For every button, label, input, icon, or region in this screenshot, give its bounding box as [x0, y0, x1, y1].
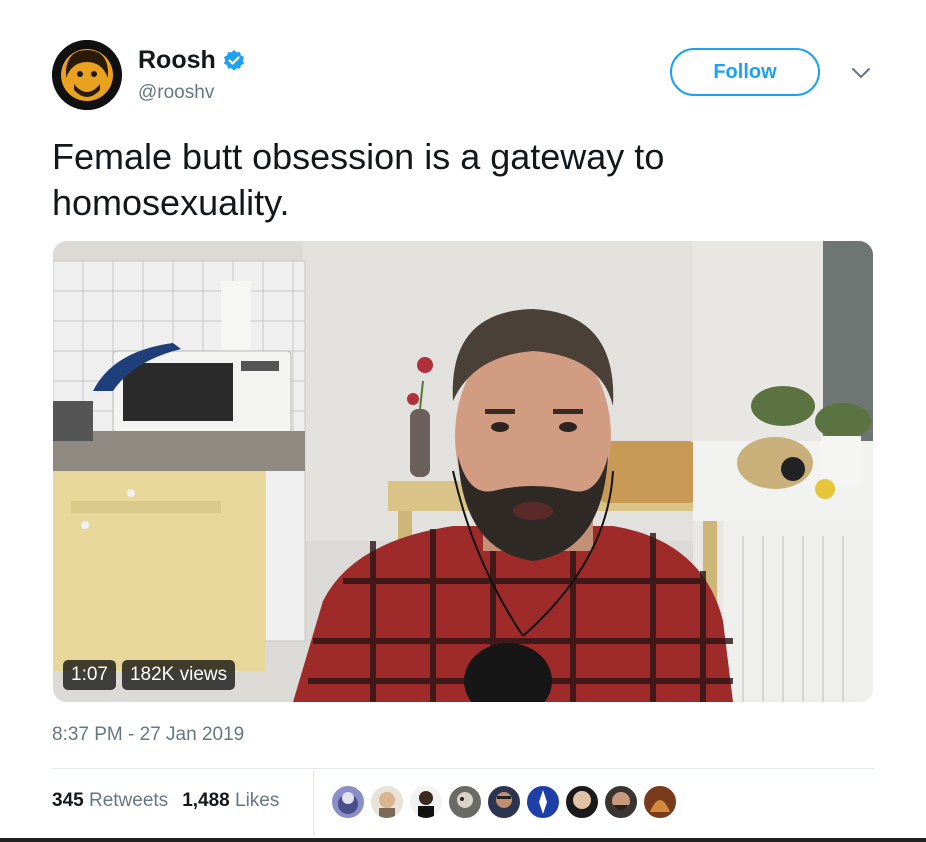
liker-avatar[interactable]	[447, 784, 483, 820]
liker-avatar[interactable]	[642, 784, 678, 820]
retweets-label: Retweets	[88, 790, 169, 811]
tweet-text: Female butt obsession is a gateway to ho…	[52, 136, 665, 223]
tweet-timestamp[interactable]: 8:37 PM - 27 Jan 2019	[52, 724, 244, 746]
video-views: 182K views	[121, 660, 236, 690]
verified-badge-icon	[222, 49, 246, 73]
stats-divider	[52, 768, 874, 769]
video-thumbnail	[53, 241, 873, 702]
chevron-down-icon[interactable]	[850, 66, 872, 80]
likes-count: 1,488	[182, 790, 230, 811]
liker-avatar[interactable]	[525, 784, 561, 820]
follow-button[interactable]: Follow	[670, 48, 820, 96]
liker-avatars	[330, 784, 678, 820]
likes-stat[interactable]: 1,488 Likes	[182, 790, 279, 812]
retweets-stat[interactable]: 345 Retweets	[52, 790, 168, 812]
author-avatar[interactable]	[52, 40, 122, 110]
tweet-header: Roosh @rooshv Follow	[52, 40, 882, 112]
author-display-name[interactable]: Roosh	[138, 46, 216, 75]
liker-avatar[interactable]	[603, 784, 639, 820]
video-player[interactable]: 1:07 182K views	[53, 241, 873, 702]
video-badges: 1:07 182K views	[63, 660, 236, 690]
likes-label: Likes	[235, 790, 280, 811]
liker-avatar[interactable]	[408, 784, 444, 820]
engagement-stats: 345 Retweets 1,488 Likes	[52, 790, 279, 812]
author-handle[interactable]: @rooshv	[138, 82, 214, 104]
liker-avatar[interactable]	[330, 784, 366, 820]
retweets-count: 345	[52, 790, 84, 811]
video-duration: 1:07	[63, 660, 116, 690]
stats-vertical-divider	[313, 770, 314, 836]
liker-avatar[interactable]	[564, 784, 600, 820]
liker-avatar[interactable]	[486, 784, 522, 820]
bottom-border	[0, 838, 926, 842]
liker-avatar[interactable]	[369, 784, 405, 820]
